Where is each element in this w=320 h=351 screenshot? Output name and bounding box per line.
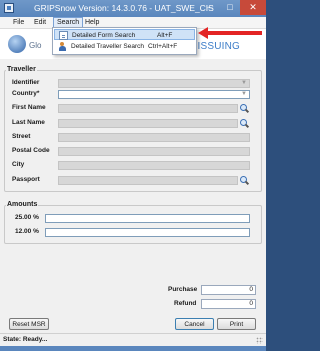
last-name-label: Last Name xyxy=(12,119,45,126)
menu-item-detailed-traveller-search[interactable]: Detailed Traveller Search Ctrl+Alt+F xyxy=(54,41,195,52)
window-title: GRIPSnow Version: 14.3.0.76 - UAT_SWE_CI… xyxy=(34,3,214,13)
country-select[interactable]: ▼ xyxy=(58,90,250,99)
first-name-field[interactable] xyxy=(58,104,238,113)
postal-code-label: Postal Code xyxy=(12,147,50,154)
globe-logo-icon xyxy=(8,35,26,53)
cancel-button[interactable]: Cancel xyxy=(175,318,214,330)
vat-rate-label: 12.00 % xyxy=(15,228,39,235)
search-icon[interactable] xyxy=(240,104,249,113)
chevron-down-icon[interactable]: ▼ xyxy=(240,80,248,87)
country-label: Country* xyxy=(12,90,40,97)
print-button[interactable]: Print xyxy=(217,318,256,330)
street-label: Street xyxy=(12,133,31,140)
document-search-icon xyxy=(59,31,68,40)
menu-item-label: Detailed Traveller Search xyxy=(71,43,144,50)
logo-text: Glo xyxy=(29,41,42,50)
menu-item-shortcut: Ctrl+Alt+F xyxy=(148,43,178,50)
vat-rate-label: 25.00 % xyxy=(15,214,39,221)
resize-grip-icon[interactable] xyxy=(256,337,263,344)
amount-field-25[interactable] xyxy=(45,214,250,223)
search-icon[interactable] xyxy=(240,176,249,185)
search-icon[interactable] xyxy=(240,119,249,128)
status-text: State: Ready... xyxy=(3,336,48,343)
reset-msr-button[interactable]: Reset MSR xyxy=(9,318,49,330)
close-button[interactable]: ✕ xyxy=(240,0,266,15)
identifier-field[interactable]: ▼ xyxy=(58,79,250,88)
purchase-total-field: 0 xyxy=(201,285,256,295)
menu-edit[interactable]: Edit xyxy=(31,17,49,28)
menu-item-detailed-form-search[interactable]: Detailed Form Search Alt+F xyxy=(54,29,195,40)
purchase-label: Purchase xyxy=(168,286,198,293)
passport-field[interactable] xyxy=(58,176,238,185)
passport-label: Passport xyxy=(12,176,40,183)
red-arrow-annotation xyxy=(198,27,262,39)
maximize-button[interactable]: □ xyxy=(220,0,240,15)
search-dropdown-menu: Detailed Form Search Alt+F Detailed Trav… xyxy=(52,27,197,55)
city-label: City xyxy=(12,161,25,168)
refund-label: Refund xyxy=(174,300,197,307)
first-name-label: First Name xyxy=(12,104,46,111)
minimize-button[interactable]: – xyxy=(200,0,220,15)
status-bar: State: Ready... xyxy=(0,333,266,346)
menu-file[interactable]: File xyxy=(10,17,27,28)
app-window: GRIPSnow Version: 14.3.0.76 - UAT_SWE_CI… xyxy=(0,0,266,351)
title-bar[interactable]: GRIPSnow Version: 14.3.0.76 - UAT_SWE_CI… xyxy=(0,0,266,17)
street-field[interactable] xyxy=(58,133,250,142)
postal-code-field[interactable] xyxy=(58,147,250,156)
amounts-group-label: Amounts xyxy=(6,201,39,208)
app-icon xyxy=(4,3,14,13)
chevron-down-icon[interactable]: ▼ xyxy=(240,91,248,98)
city-field[interactable] xyxy=(58,161,250,170)
refund-total-field: 0 xyxy=(201,299,256,309)
traveller-group-label: Traveller xyxy=(6,66,37,73)
person-search-icon xyxy=(58,42,67,51)
menu-item-label: Detailed Form Search xyxy=(72,32,136,39)
last-name-field[interactable] xyxy=(58,119,238,128)
amount-field-12[interactable] xyxy=(45,228,250,237)
traveller-group xyxy=(4,70,262,192)
amounts-group xyxy=(4,205,262,244)
menu-item-shortcut: Alt+F xyxy=(157,32,173,39)
taskbar-strip xyxy=(0,346,266,351)
identifier-label: Identifier xyxy=(12,79,40,86)
